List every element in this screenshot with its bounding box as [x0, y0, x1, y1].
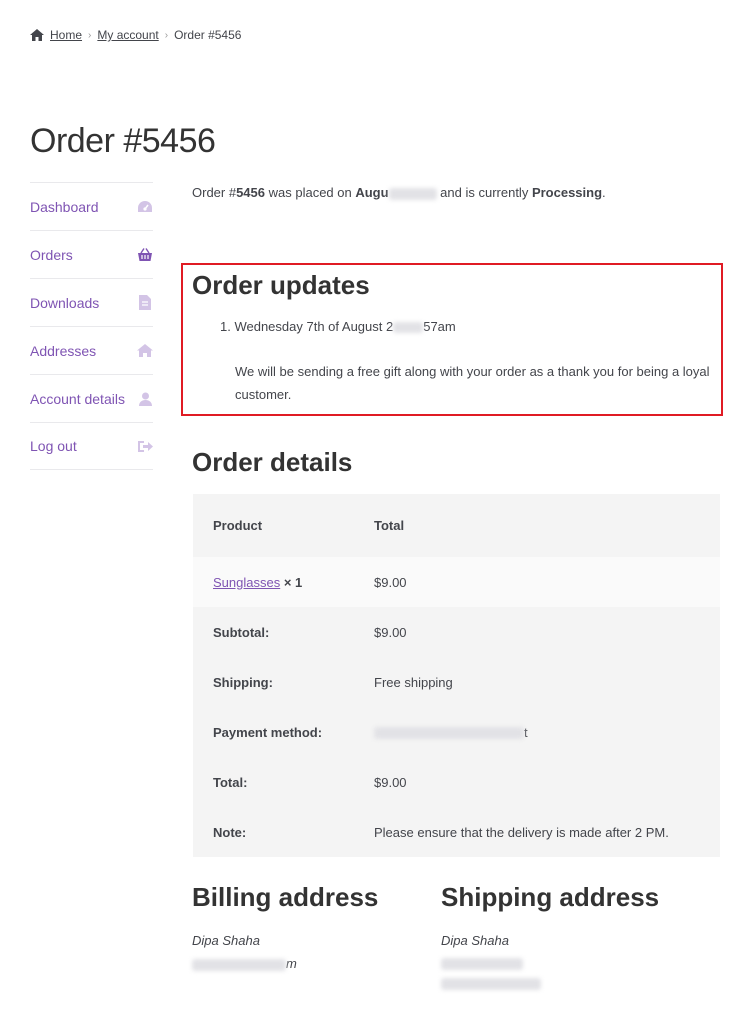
- order-status: Processing: [531, 185, 603, 200]
- billing-address-title: Billing address: [192, 882, 379, 912]
- sidebar-item-label: Log out: [30, 438, 77, 454]
- table-row: Note: Please ensure that the delivery is…: [193, 807, 720, 857]
- order-status-text: Order #5456 was placed on Augu and is cu…: [192, 182, 720, 204]
- shipping-address-lines: [441, 958, 541, 990]
- order-details-table: Product Total Sunglasses × 1 $9.00 Subto…: [193, 494, 720, 857]
- breadcrumb: Home › My account › Order #5456: [30, 28, 241, 42]
- breadcrumb-account-link[interactable]: My account: [97, 28, 158, 42]
- redacted-payment-method: [374, 727, 524, 740]
- order-updates-title: Order updates: [192, 270, 370, 300]
- update-date-text: 57am: [423, 319, 456, 334]
- sidebar-item-log-out[interactable]: Log out: [30, 422, 153, 470]
- redacted-billing-address: [192, 958, 286, 971]
- sidebar-item-label: Dashboard: [30, 198, 99, 215]
- update-date-text: 1. Wednesday 7th of August 2: [220, 319, 394, 334]
- intro-text: and is currently: [436, 185, 532, 200]
- shipping-address-title: Shipping address: [441, 882, 660, 912]
- intro-text: was placed on: [265, 185, 356, 200]
- sidebar-item-account-details[interactable]: Account details: [30, 374, 153, 422]
- table-row: Subtotal: $9.00: [193, 607, 720, 657]
- sidebar-item-label: Addresses: [30, 342, 97, 359]
- sidebar-item-addresses[interactable]: Addresses: [30, 326, 153, 374]
- order-update-date: 1. Wednesday 7th of August 2 57am: [220, 319, 456, 334]
- sidebar-item-dashboard[interactable]: Dashboard: [30, 182, 153, 230]
- product-link[interactable]: Sunglasses: [213, 575, 280, 590]
- table-row: Total: $9.00: [193, 757, 720, 807]
- total-label: Total:: [213, 774, 248, 790]
- note-label: Note:: [213, 824, 247, 840]
- subtotal-label: Subtotal:: [213, 624, 270, 640]
- redacted-date: [388, 187, 437, 200]
- redacted-shipping-address: [441, 978, 541, 990]
- shipping-name: Dipa Shaha: [441, 933, 509, 948]
- order-date: Augu: [355, 185, 389, 200]
- payment-method-label: Payment method:: [213, 724, 323, 740]
- table-header-row: Product Total: [193, 494, 720, 557]
- breadcrumb-current: Order #5456: [174, 28, 242, 42]
- account-navigation: Dashboard Orders Downloads Addresses Acc…: [30, 182, 153, 470]
- breadcrumb-separator: ›: [88, 29, 92, 41]
- product-total: $9.00: [374, 574, 407, 590]
- home-icon: [137, 343, 153, 359]
- sidebar-item-downloads[interactable]: Downloads: [30, 278, 153, 326]
- product-quantity: × 1: [283, 574, 303, 590]
- table-row: Sunglasses × 1 $9.00: [193, 557, 720, 607]
- payment-method-text: t: [524, 724, 528, 740]
- order-number: 5456: [236, 185, 265, 200]
- intro-text: .: [602, 185, 606, 200]
- breadcrumb-separator: ›: [164, 29, 169, 41]
- basket-icon: [137, 247, 153, 263]
- payment-method-value: t: [355, 707, 720, 757]
- billing-address-line: m: [192, 956, 297, 971]
- subtotal-value: $9.00: [374, 624, 407, 640]
- breadcrumb-home-link[interactable]: Home: [50, 28, 82, 42]
- table-row: Shipping: Free shipping: [193, 657, 720, 707]
- billing-line-text: m: [286, 956, 297, 971]
- product-cell: Sunglasses × 1: [193, 557, 355, 607]
- home-icon: [30, 29, 44, 41]
- sidebar-item-label: Downloads: [30, 294, 100, 311]
- dashboard-gauge-icon: [137, 199, 153, 215]
- redacted-shipping-address: [441, 958, 523, 970]
- sidebar-item-label: Orders: [30, 246, 73, 263]
- shipping-value: Free shipping: [374, 674, 453, 690]
- order-content: Order #5456 was placed on Augu and is cu…: [192, 182, 720, 204]
- redacted-date: [393, 322, 424, 334]
- shipping-label: Shipping:: [213, 674, 273, 690]
- order-update-note: We will be sending a free gift along wit…: [235, 364, 710, 402]
- intro-text: Order #: [192, 185, 237, 200]
- file-icon: [137, 295, 153, 311]
- note-value: Please ensure that the delivery is made …: [374, 824, 669, 840]
- sidebar-item-label: Account details: [30, 390, 125, 407]
- table-row: Payment method: t: [193, 707, 720, 757]
- page-title: Order #5456: [30, 122, 216, 160]
- sign-out-icon: [137, 438, 153, 454]
- column-header-total: Total: [374, 518, 405, 533]
- user-icon: [137, 391, 153, 407]
- sidebar-item-orders[interactable]: Orders: [30, 230, 153, 278]
- order-details-title: Order details: [192, 447, 353, 477]
- total-value: $9.00: [374, 774, 407, 790]
- column-header-product: Product: [213, 518, 263, 533]
- billing-name: Dipa Shaha: [192, 933, 260, 948]
